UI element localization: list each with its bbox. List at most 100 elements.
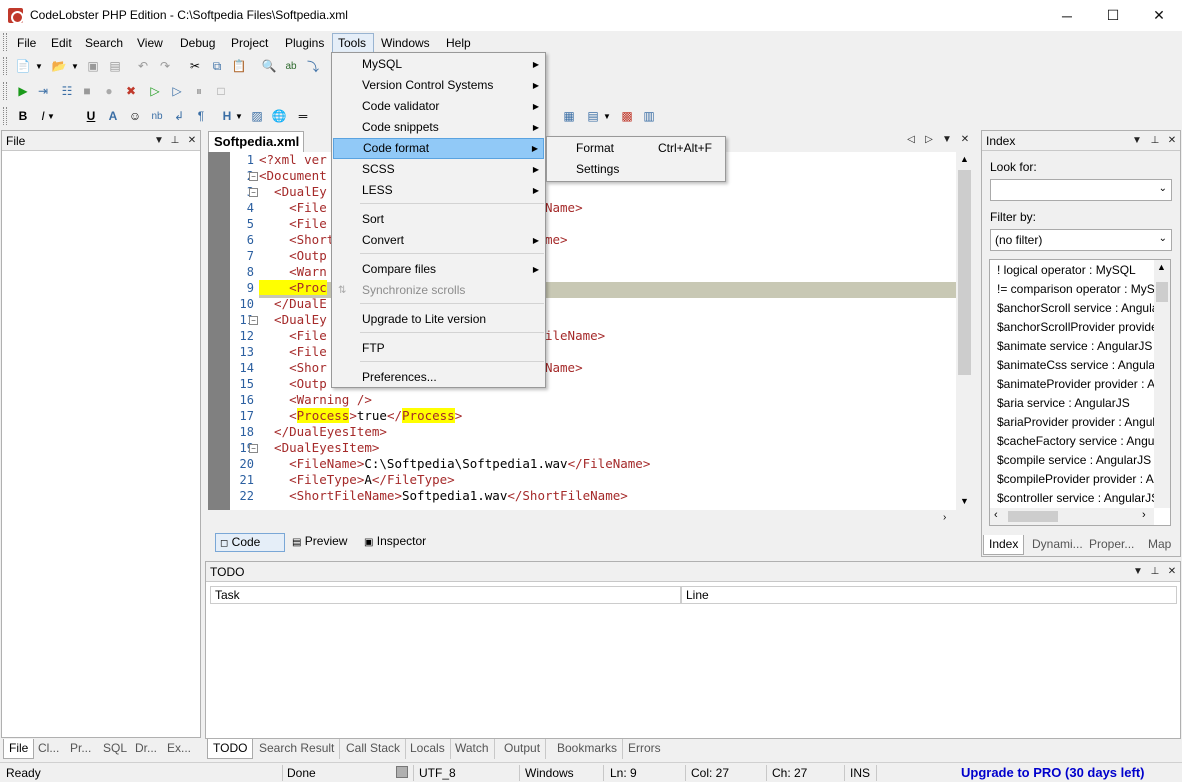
cut-icon[interactable]: ✂: [186, 57, 204, 75]
menu-item-mysql[interactable]: MySQL ▶: [333, 54, 544, 75]
link-icon[interactable]: 🌐: [270, 107, 288, 125]
tab-classes[interactable]: Cl...: [33, 739, 64, 759]
index-list[interactable]: ! logical operator : MySQL != comparison …: [989, 259, 1171, 526]
tab-output[interactable]: Output: [499, 739, 547, 759]
fold-toggle-icon[interactable]: −: [249, 172, 258, 181]
open-dropdown-icon[interactable]: ▼: [70, 57, 80, 75]
step-into-icon[interactable]: ▷: [168, 82, 186, 100]
step-over-icon[interactable]: ▷: [146, 82, 164, 100]
index-list-item[interactable]: $animate service : AngularJS: [997, 339, 1152, 353]
toolbar-grip[interactable]: [3, 82, 7, 100]
paste-icon[interactable]: 📋: [230, 57, 248, 75]
code-editor[interactable]: 12345678910111213141516171819202122 <?xm…: [208, 152, 956, 510]
look-for-combo[interactable]: ⌄: [990, 179, 1172, 201]
table-icon[interactable]: ▦: [560, 107, 578, 125]
scroll-right-icon[interactable]: ›: [1142, 509, 1146, 521]
pause-icon[interactable]: ⏸: [190, 82, 208, 100]
panel-menu-icon[interactable]: ▼: [152, 133, 166, 149]
record-icon[interactable]: ●: [100, 82, 118, 100]
font-color-icon[interactable]: A: [104, 107, 122, 125]
save-icon[interactable]: ▣: [84, 57, 102, 75]
new-dropdown-icon[interactable]: ▼: [34, 57, 44, 75]
index-list-item[interactable]: $compile service : AngularJS: [997, 453, 1151, 467]
editor-scroll-thumb[interactable]: [958, 170, 971, 375]
paragraph-icon[interactable]: ¶: [192, 107, 210, 125]
index-list-item[interactable]: $anchorScroll service : AngularJS: [997, 301, 1170, 315]
upgrade-link[interactable]: Upgrade to PRO (30 days left): [961, 765, 1144, 780]
tab-list-icon[interactable]: ▼: [940, 132, 954, 148]
menu-item-scss[interactable]: SCSS ▶: [333, 159, 544, 180]
toolbar-grip[interactable]: [3, 57, 7, 75]
index-list-item[interactable]: != comparison operator : MySQL: [997, 282, 1170, 296]
menu-item-preferences[interactable]: Preferences...: [333, 367, 544, 388]
tab-properties[interactable]: Proper...: [1084, 535, 1139, 555]
clear-breakpoints-icon[interactable]: ✖: [122, 82, 140, 100]
new-file-icon[interactable]: 📄: [14, 57, 32, 75]
editor-gutter[interactable]: [208, 152, 230, 510]
pin-icon[interactable]: ⊥: [168, 133, 182, 149]
line-break-icon[interactable]: ↲: [170, 107, 188, 125]
tab-file[interactable]: File: [3, 739, 35, 759]
index-list-item[interactable]: ! logical operator : MySQL: [997, 263, 1136, 277]
bold-icon[interactable]: B: [14, 107, 32, 125]
tab-scroll-left-icon[interactable]: ◁: [904, 132, 918, 148]
menu-item-code-format[interactable]: Code format ▶: [333, 138, 544, 159]
form-dropdown-icon[interactable]: ▼: [602, 107, 612, 125]
tab-index[interactable]: Index: [983, 535, 1025, 555]
menu-item-sort[interactable]: Sort: [333, 209, 544, 230]
form-icon[interactable]: ▤: [584, 107, 602, 125]
scroll-down-icon[interactable]: ▼: [960, 496, 969, 506]
tab-watch[interactable]: Watch: [450, 739, 495, 759]
maximize-button[interactable]: ☐: [1090, 0, 1136, 31]
pin-icon[interactable]: ⊥: [1148, 133, 1162, 149]
find-icon[interactable]: 🔍: [260, 57, 278, 75]
undo-icon[interactable]: ↶: [134, 57, 152, 75]
menu-help[interactable]: Help: [441, 33, 476, 53]
document-tab[interactable]: Softpedia.xml: [208, 131, 304, 153]
menu-item-format[interactable]: Format Ctrl+Alt+F: [548, 138, 724, 159]
minimize-button[interactable]: ─: [1044, 0, 1090, 31]
save-all-icon[interactable]: ▤: [106, 57, 124, 75]
tab-locals[interactable]: Locals: [405, 739, 451, 759]
breakpoints-icon[interactable]: ☷: [58, 82, 76, 100]
step-icon[interactable]: ⇥: [34, 82, 52, 100]
view-tab-inspector[interactable]: ▣ Inspector: [360, 533, 440, 552]
index-list-item[interactable]: $animateCss service : AngularJS: [997, 358, 1170, 372]
fold-toggle-icon[interactable]: −: [249, 188, 258, 197]
menu-file[interactable]: File: [12, 33, 41, 53]
scroll-right-icon[interactable]: ›: [943, 512, 946, 523]
nobreak-icon[interactable]: nb: [148, 107, 166, 125]
panel-close-icon[interactable]: ✕: [185, 133, 199, 149]
menu-item-version-control-systems[interactable]: Version Control Systems ▶: [333, 75, 544, 96]
redo-icon[interactable]: ↷: [156, 57, 174, 75]
tab-errors[interactable]: Errors: [623, 739, 666, 759]
column-header-task[interactable]: Task: [210, 586, 681, 604]
menu-item-upgrade-to-lite-version[interactable]: Upgrade to Lite version: [333, 309, 544, 330]
editor-horizontal-scrollbar[interactable]: ›: [208, 510, 956, 527]
menu-view[interactable]: View: [132, 33, 168, 53]
scroll-up-icon[interactable]: ▲: [1157, 262, 1166, 272]
index-vertical-scrollbar[interactable]: ▲: [1154, 260, 1170, 508]
tab-explorer[interactable]: Ex...: [162, 739, 196, 759]
menu-item-convert[interactable]: Convert ▶: [333, 230, 544, 251]
menu-item-settings[interactable]: Settings: [548, 159, 724, 180]
tab-sql[interactable]: SQL: [98, 739, 132, 759]
underline-icon[interactable]: U: [82, 107, 100, 125]
index-scroll-thumb[interactable]: [1156, 282, 1168, 302]
index-horizontal-scrollbar[interactable]: ‹ ›: [990, 508, 1154, 525]
pin-icon[interactable]: ⊥: [1148, 564, 1162, 580]
menu-debug[interactable]: Debug: [175, 33, 220, 53]
panel-menu-icon[interactable]: ▼: [1131, 564, 1145, 580]
tab-scroll-right-icon[interactable]: ▷: [922, 132, 936, 148]
halt-icon[interactable]: □: [212, 82, 230, 100]
index-list-item[interactable]: $animateProvider provider : A: [997, 377, 1155, 391]
layout-icon[interactable]: ▥: [640, 107, 658, 125]
tab-call-stack[interactable]: Call Stack: [341, 739, 407, 759]
fold-toggle-icon[interactable]: −: [249, 444, 258, 453]
view-tab-code[interactable]: ◻ Code: [215, 533, 285, 552]
image-icon[interactable]: ▨: [248, 107, 266, 125]
index-hscroll-thumb[interactable]: [1008, 511, 1058, 522]
menu-item-less[interactable]: LESS ▶: [333, 180, 544, 201]
goto-icon[interactable]: ⤵: [304, 57, 322, 75]
tab-map[interactable]: Map: [1143, 535, 1176, 555]
